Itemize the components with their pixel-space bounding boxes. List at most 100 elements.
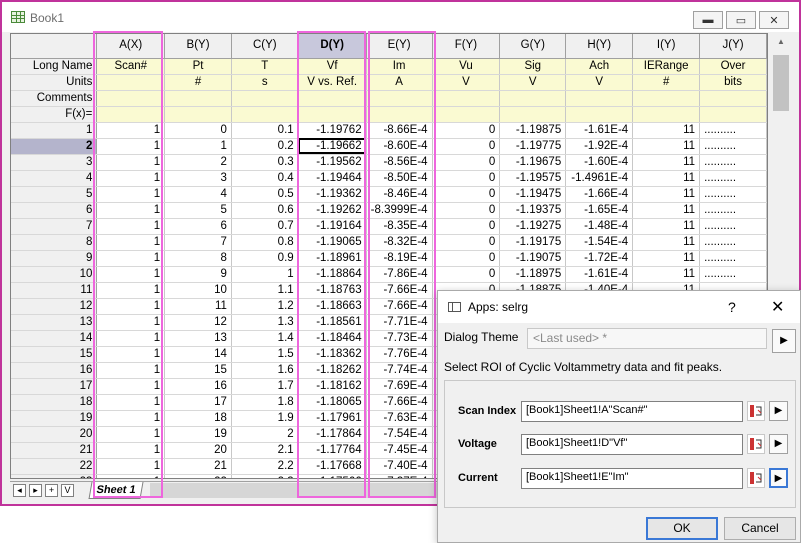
metadata-cell[interactable]: # [632,74,701,91]
data-cell[interactable]: 8 [164,250,232,267]
row-header[interactable]: 12 [11,298,98,315]
current-picker-button[interactable] [747,468,765,488]
data-cell[interactable]: 5 [164,202,232,219]
data-cell[interactable]: 0 [432,122,501,139]
voltage-picker-button[interactable] [747,434,765,454]
data-cell[interactable]: 18 [164,410,232,427]
data-cell[interactable]: 0.1 [231,122,299,139]
data-cell[interactable]: 12 [164,314,232,331]
data-cell[interactable]: 2 [231,426,299,443]
metadata-cell[interactable] [565,106,634,123]
row-header[interactable]: 20 [11,426,98,443]
metadata-cell[interactable]: IERange [632,58,701,75]
data-cell[interactable]: 0.3 [231,154,299,171]
data-cell[interactable]: -1.61E-4 [565,122,634,139]
scan-index-picker-button[interactable] [747,401,765,421]
data-cell[interactable]: -1.54E-4 [565,234,634,251]
metadata-cell[interactable]: Pt [164,58,232,75]
data-cell[interactable]: 19 [164,426,232,443]
column-header[interactable]: H(Y) [565,34,634,59]
tab-prev-button[interactable]: ◂ [13,484,26,497]
row-header[interactable]: 5 [11,186,98,203]
metadata-cell[interactable]: V [499,74,567,91]
data-cell[interactable]: 2.2 [231,458,299,475]
row-header[interactable]: 18 [11,394,98,411]
data-cell[interactable]: .......... [699,122,767,139]
data-cell[interactable]: -1.19175 [499,234,567,251]
metadata-cell[interactable]: Vu [432,58,501,75]
row-header[interactable]: 8 [11,234,98,251]
data-cell[interactable]: 11 [632,218,701,235]
metadata-cell[interactable]: Over [699,58,767,75]
metadata-cell[interactable] [632,106,701,123]
row-header[interactable]: 13 [11,314,98,331]
metadata-cell[interactable] [164,90,232,107]
close-button[interactable]: ✕ [759,11,789,29]
row-header[interactable]: 16 [11,362,98,379]
data-cell[interactable]: -1.19475 [499,186,567,203]
data-cell[interactable]: 20 [164,442,232,459]
data-cell[interactable]: 3 [164,170,232,187]
metadata-cell[interactable]: T [231,58,299,75]
data-cell[interactable]: 17 [164,394,232,411]
data-cell[interactable]: 1.4 [231,330,299,347]
sheet-list-button[interactable]: V [61,484,74,497]
data-cell[interactable]: 2.3 [231,474,299,478]
data-cell[interactable]: 7 [164,234,232,251]
workbook-titlebar[interactable]: Book1 ▬ ▭ ✕ [2,2,799,32]
data-cell[interactable]: -1.72E-4 [565,250,634,267]
data-cell[interactable]: 11 [632,186,701,203]
metadata-cell[interactable] [699,90,767,107]
data-cell[interactable]: -1.19575 [499,170,567,187]
row-header[interactable]: 4 [11,170,98,187]
data-cell[interactable]: -1.19075 [499,250,567,267]
data-cell[interactable]: .......... [699,202,767,219]
scan-index-menu-button[interactable]: ▶ [769,401,788,421]
data-cell[interactable]: 11 [632,154,701,171]
maximize-button[interactable]: ▭ [726,11,756,29]
scroll-up-icon[interactable]: ▲ [769,33,793,51]
row-header[interactable]: 9 [11,250,98,267]
data-cell[interactable]: -1.19775 [499,138,567,155]
scan-index-input[interactable]: [Book1]Sheet1!A"Scan#" [521,401,743,422]
data-cell[interactable]: 9 [164,266,232,283]
data-cell[interactable]: -1.60E-4 [565,154,634,171]
tab-next-button[interactable]: ▸ [29,484,42,497]
metadata-cell[interactable] [164,106,232,123]
data-cell[interactable]: .......... [699,154,767,171]
data-cell[interactable]: 10 [164,282,232,299]
data-cell[interactable]: .......... [699,138,767,155]
row-header[interactable]: 23 [11,474,98,478]
data-cell[interactable]: 22 [164,474,232,478]
voltage-menu-button[interactable]: ▶ [769,434,788,454]
data-cell[interactable]: 1.5 [231,346,299,363]
data-cell[interactable]: .......... [699,186,767,203]
data-cell[interactable]: 0.6 [231,202,299,219]
column-header[interactable]: F(Y) [432,34,501,59]
data-cell[interactable]: 0 [432,154,501,171]
row-header[interactable]: 22 [11,458,98,475]
cancel-button[interactable]: Cancel [724,517,796,540]
data-cell[interactable]: 15 [164,362,232,379]
data-cell[interactable]: 0.9 [231,250,299,267]
data-cell[interactable]: 1.7 [231,378,299,395]
column-header[interactable]: J(Y) [699,34,767,59]
metadata-cell[interactable] [699,106,767,123]
data-cell[interactable]: -1.19375 [499,202,567,219]
metadata-cell[interactable]: V [432,74,501,91]
data-cell[interactable]: 1.2 [231,298,299,315]
data-cell[interactable]: .......... [699,218,767,235]
data-cell[interactable]: 11 [632,138,701,155]
data-cell[interactable]: 2.1 [231,442,299,459]
current-input[interactable]: [Book1]Sheet1!E"Im" [521,468,743,489]
ok-button[interactable]: OK [646,517,718,540]
metadata-cell[interactable]: s [231,74,299,91]
data-cell[interactable]: -1.19675 [499,154,567,171]
row-header[interactable]: 15 [11,346,98,363]
data-cell[interactable]: -1.65E-4 [565,202,634,219]
metadata-cell[interactable] [499,90,567,107]
metadata-cell[interactable]: Ach [565,58,634,75]
data-cell[interactable]: 11 [164,298,232,315]
data-cell[interactable]: 1.8 [231,394,299,411]
row-header[interactable]: 14 [11,330,98,347]
